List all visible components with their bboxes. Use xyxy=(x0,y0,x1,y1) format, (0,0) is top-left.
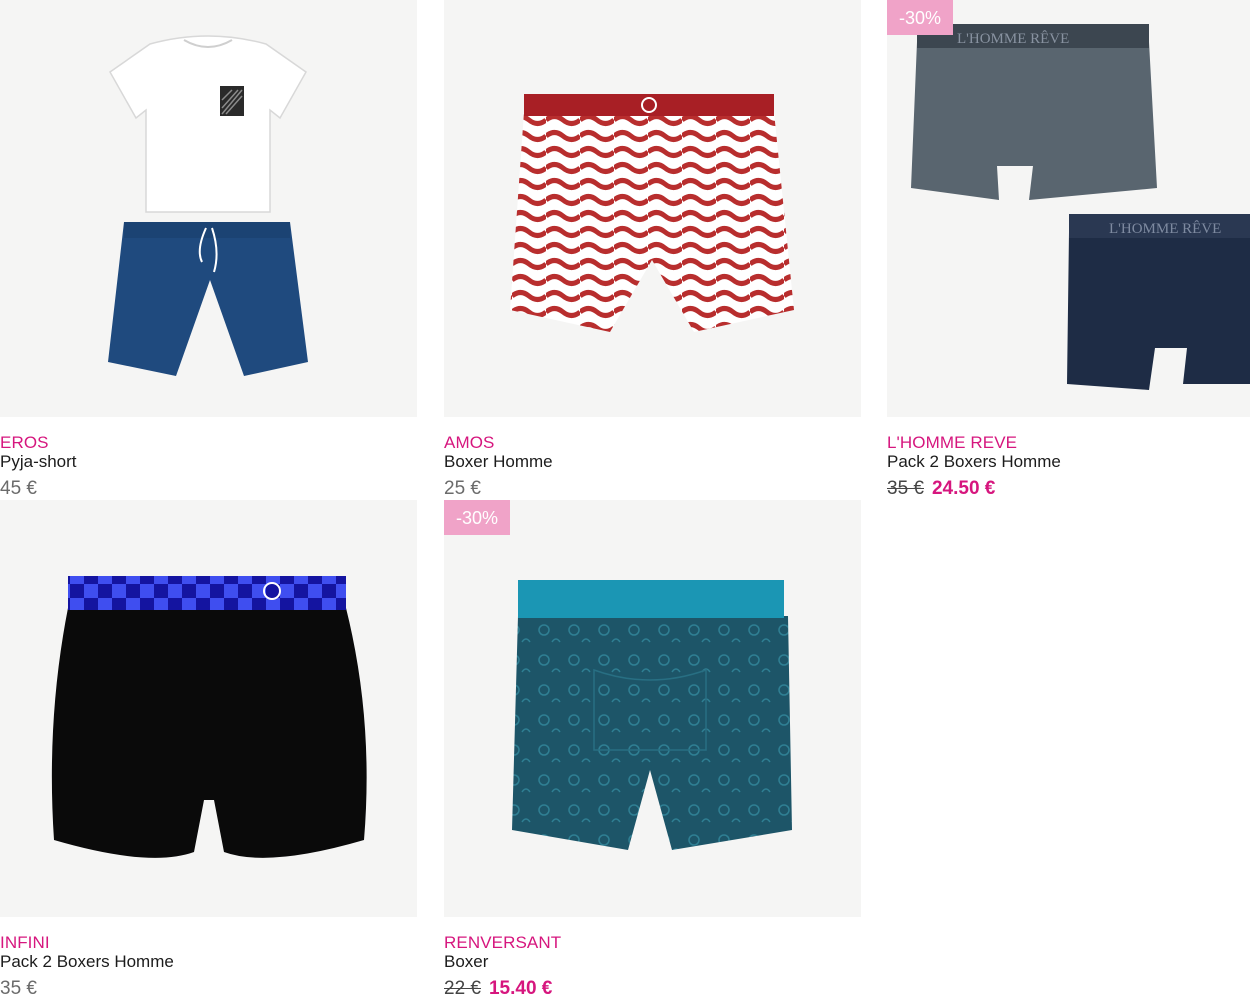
price-row: 35 € 24.50 € xyxy=(887,478,995,500)
wavy-boxer-image xyxy=(510,94,794,332)
product-image[interactable] xyxy=(0,0,417,417)
sale-price: 24.50 € xyxy=(931,478,996,499)
old-price: 22 € xyxy=(444,978,481,999)
discount-badge: -30% xyxy=(444,500,511,535)
black-boxer-image xyxy=(51,576,367,858)
product-name[interactable]: Pack 2 Boxers Homme xyxy=(0,952,174,972)
price-row: 35 € xyxy=(0,978,37,1000)
product-name[interactable]: Boxer Homme xyxy=(444,452,553,472)
teal-boxer-image xyxy=(512,580,792,850)
price-row: 45 € xyxy=(0,478,37,500)
product-image[interactable]: -30% xyxy=(444,500,861,917)
old-price: 35 € xyxy=(887,478,924,499)
two-boxers-image: L'HOMME RÊVE L'HOMME RÊVE xyxy=(911,24,1250,390)
product-image[interactable] xyxy=(444,0,861,417)
brand-name[interactable]: L'HOMME REVE xyxy=(887,433,1017,453)
product-image[interactable] xyxy=(0,500,417,917)
product-name[interactable]: Pack 2 Boxers Homme xyxy=(887,452,1061,472)
sale-price: 15.40 € xyxy=(488,978,553,999)
product-name[interactable]: Boxer xyxy=(444,952,488,972)
price: 45 € xyxy=(0,478,37,499)
brand-name[interactable]: RENVERSANT xyxy=(444,933,561,953)
discount-badge: -30% xyxy=(887,0,954,35)
price-row: 25 € xyxy=(444,478,481,500)
price: 35 € xyxy=(0,978,37,999)
brand-name[interactable]: AMOS xyxy=(444,433,494,453)
waistband-text: L'HOMME RÊVE xyxy=(957,30,1069,47)
brand-name[interactable]: EROS xyxy=(0,433,49,453)
pyjama-set-image xyxy=(108,35,308,376)
price-row: 22 € 15.40 € xyxy=(444,978,552,1000)
price: 25 € xyxy=(444,478,481,499)
brand-name[interactable]: INFINI xyxy=(0,933,50,953)
waistband-text: L'HOMME RÊVE xyxy=(1109,220,1221,237)
product-image[interactable]: L'HOMME RÊVE L'HOMME RÊVE -30% xyxy=(887,0,1250,417)
product-name[interactable]: Pyja-short xyxy=(0,452,77,472)
